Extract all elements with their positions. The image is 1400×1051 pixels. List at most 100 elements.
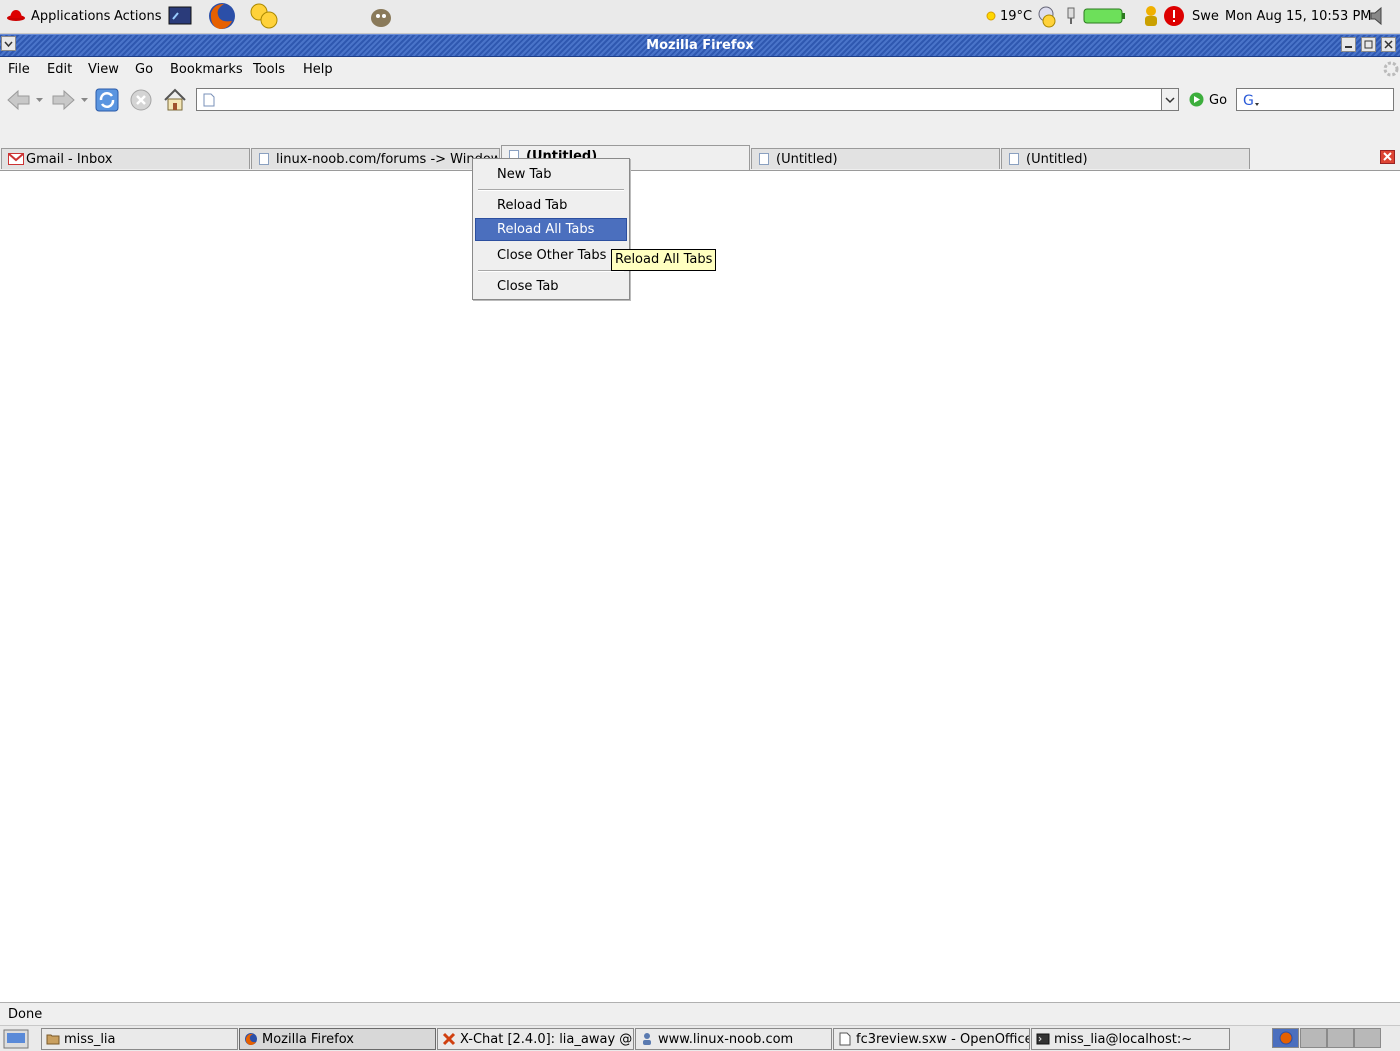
tab-label: (Untitled) (776, 152, 838, 167)
stop-icon[interactable] (129, 88, 153, 112)
weather-sun-icon (986, 11, 996, 21)
tab-label: Gmail - Inbox (26, 152, 113, 167)
window-title: Mozilla Firefox (646, 38, 754, 53)
workspace-2[interactable] (1300, 1028, 1327, 1048)
task-terminal[interactable]: miss_lia@localhost:~ (1031, 1028, 1230, 1050)
page-icon (759, 153, 769, 165)
xchat-icon (442, 1032, 456, 1046)
top-panel: Applications Actions 19°C Swe Mon Aug 15… (0, 0, 1400, 34)
battery-icon[interactable] (1083, 8, 1127, 24)
search-box[interactable]: G (1236, 88, 1394, 111)
tab-untitled[interactable]: (Untitled) (751, 148, 1000, 169)
user-icon (643, 1033, 651, 1045)
power-plug-icon[interactable] (1063, 6, 1079, 26)
window-titlebar[interactable]: Mozilla Firefox (0, 34, 1400, 57)
minimize-icon (1345, 46, 1352, 48)
firefox-launcher-icon[interactable] (206, 1, 238, 31)
menu-item-label: Close Tab (497, 279, 559, 294)
task-label: miss_lia@localhost:~ (1054, 1032, 1193, 1047)
temperature[interactable]: 19°C (1000, 9, 1032, 24)
tab-untitled[interactable]: (Untitled) (1001, 148, 1250, 169)
minimize-button[interactable] (1341, 37, 1356, 52)
task-mozilla-firefox[interactable]: Mozilla Firefox (239, 1028, 436, 1050)
task-openoffice-document[interactable]: fc3review.sxw - OpenOffice.o (833, 1028, 1030, 1050)
task-label: fc3review.sxw - OpenOffice.o (856, 1032, 1030, 1047)
task-label: X-Chat [2.4.0]: lia_away @ irc (460, 1032, 634, 1047)
gimp-launcher-icon[interactable] (367, 2, 395, 30)
task-linux-noob-site[interactable]: www.linux-noob.com (635, 1028, 832, 1050)
menu-view[interactable]: View (88, 62, 119, 77)
menu-item-label: Close Other Tabs (497, 248, 607, 263)
folder-icon (46, 1034, 60, 1045)
task-miss-lia-folder[interactable]: miss_lia (41, 1028, 238, 1050)
menu-separator (478, 270, 624, 272)
page-icon (259, 153, 269, 165)
update-alert-icon[interactable] (1163, 5, 1185, 27)
menu-go[interactable]: Go (135, 62, 153, 77)
tab-label: linux-noob.com/forums -> Windows (276, 152, 500, 167)
reload-icon[interactable] (94, 87, 120, 113)
task-label: miss_lia (64, 1032, 116, 1047)
tooltip: Reload All Tabs (611, 249, 717, 271)
close-icon (1383, 152, 1392, 161)
actions-menu[interactable]: Actions (114, 9, 162, 24)
back-arrow-icon[interactable] (6, 88, 32, 112)
menu-item-close-other-tabs[interactable]: Close Other Tabs (475, 244, 627, 267)
terminal-icon (1036, 1033, 1050, 1045)
go-button[interactable]: Go (1209, 93, 1227, 108)
url-history-dropdown[interactable] (1161, 88, 1179, 111)
terminal-launcher-icon[interactable] (168, 5, 192, 27)
keyboard-layout[interactable]: Swe (1192, 9, 1219, 24)
bookmarks-toolbar (0, 117, 1400, 145)
maximize-button[interactable] (1361, 37, 1376, 52)
menu-help[interactable]: Help (303, 62, 333, 77)
menu-item-label: Reload All Tabs (497, 222, 595, 237)
applications-menu[interactable]: Applications (31, 9, 110, 24)
firefox-icon (245, 1033, 257, 1045)
menu-tools[interactable]: Tools (253, 62, 285, 77)
tab-linux-noob-forums[interactable]: linux-noob.com/forums -> Windows (251, 148, 500, 169)
url-bar[interactable] (196, 88, 1162, 111)
status-bar: Done (0, 1002, 1400, 1025)
maximize-icon (1364, 40, 1373, 49)
clock[interactable]: Mon Aug 15, 10:53 PM (1225, 9, 1372, 24)
close-window-button[interactable] (1381, 37, 1396, 52)
gmail-icon (8, 153, 24, 165)
forward-history-dropdown-icon[interactable] (80, 96, 89, 104)
menu-item-reload-all-tabs[interactable]: Reload All Tabs (475, 218, 627, 241)
menu-edit[interactable]: Edit (47, 62, 72, 77)
navigation-toolbar: Go G (0, 83, 1400, 117)
go-arrow-icon[interactable] (1189, 92, 1204, 107)
google-search-engine-icon[interactable]: G (1242, 92, 1262, 108)
throbber-icon (1383, 61, 1399, 77)
tab-gmail-inbox[interactable]: Gmail - Inbox (1, 148, 250, 169)
workspace-1[interactable] (1272, 1028, 1299, 1048)
forward-arrow-icon[interactable] (50, 88, 76, 112)
menu-item-new-tab[interactable]: New Tab (475, 163, 627, 186)
menu-file[interactable]: File (8, 62, 30, 77)
workspace-4[interactable] (1354, 1028, 1381, 1048)
home-icon[interactable] (162, 87, 188, 113)
bottom-taskbar: miss_lia Mozilla Firefox X-Chat [2.4.0]:… (0, 1025, 1400, 1051)
task-xchat[interactable]: X-Chat [2.4.0]: lia_away @ irc (437, 1028, 634, 1050)
menu-item-reload-tab[interactable]: Reload Tab (475, 194, 627, 217)
status-text: Done (8, 1007, 43, 1022)
menu-item-label: New Tab (497, 167, 552, 182)
back-history-dropdown-icon[interactable] (35, 96, 44, 104)
firefox-icon (1279, 1031, 1293, 1045)
volume-icon[interactable] (1368, 6, 1388, 26)
close-tab-button[interactable] (1380, 150, 1395, 164)
redhat-icon[interactable] (6, 8, 26, 22)
chevron-down-icon (1165, 97, 1175, 104)
user-switcher-icon[interactable] (1142, 5, 1160, 27)
menu-item-close-tab[interactable]: Close Tab (475, 275, 627, 298)
page-icon (203, 93, 215, 107)
menu-item-label: Reload Tab (497, 198, 568, 213)
workspace-3[interactable] (1327, 1028, 1354, 1048)
network-icon[interactable] (1034, 4, 1058, 28)
gaim-launcher-icon[interactable] (249, 2, 279, 30)
tab-label: (Untitled) (1026, 152, 1088, 167)
menu-bookmarks[interactable]: Bookmarks (170, 62, 243, 77)
show-desktop-icon[interactable] (3, 1029, 29, 1049)
svg-text:G: G (1243, 93, 1254, 108)
